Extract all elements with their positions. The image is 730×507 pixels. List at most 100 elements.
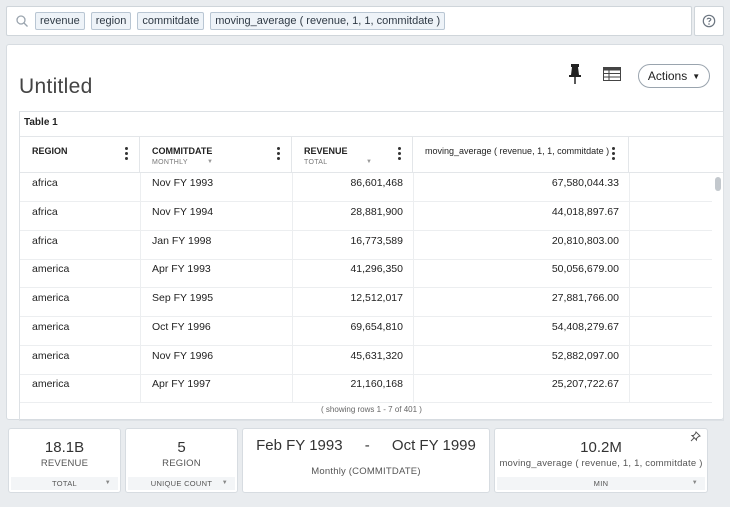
cell-region: america	[32, 378, 70, 390]
cell-moving-average: 50,056,679.00	[551, 263, 619, 275]
cell-commitdate: Jan FY 1998	[152, 235, 212, 247]
column-name: REGION	[32, 146, 68, 156]
cell-region: africa	[32, 206, 58, 218]
table-row[interactable]: america Apr FY 1997 21,160,168 25,207,72…	[20, 374, 712, 403]
column-header-region[interactable]: REGION	[20, 137, 140, 173]
kpi-label: REVENUE	[40, 458, 89, 469]
page-title[interactable]: Untitled	[19, 75, 93, 99]
scrollbar-thumb[interactable]	[715, 177, 721, 191]
date-range-separator: -	[364, 437, 370, 454]
search-token-commitdate[interactable]: commitdate	[137, 12, 205, 30]
cell-moving-average: 27,881,766.00	[551, 292, 619, 304]
cell-region: america	[32, 321, 70, 333]
pin-icon[interactable]	[690, 431, 701, 442]
column-name: REVENUE	[304, 146, 348, 156]
column-header-commitdate[interactable]: COMMITDATE MONTHLY ▼	[140, 137, 292, 173]
answer-card: Untitled Actions ▼ Table 1 REGION COMMIT…	[6, 44, 724, 421]
kpi-aggregation[interactable]: TOTAL ▼	[11, 477, 118, 490]
cell-region: africa	[32, 177, 58, 189]
table-scrollbar[interactable]	[713, 173, 723, 403]
search-token-region[interactable]: region	[90, 12, 132, 30]
cell-region: america	[32, 292, 70, 304]
date-range-start: Feb FY 1993	[256, 437, 343, 454]
column-aggregation[interactable]: MONTHLY	[152, 159, 291, 166]
cell-moving-average: 54,408,279.67	[551, 321, 619, 333]
column-menu-icon[interactable]	[277, 147, 281, 162]
search-bar[interactable]: revenue region commitdate moving_average…	[6, 6, 692, 36]
kpi-aggregation-label: MIN	[593, 479, 609, 488]
column-header-moving-average[interactable]: moving_average ( revenue, 1, 1, commitda…	[413, 137, 629, 173]
table-row[interactable]: africa Jan FY 1998 16,773,589 20,810,803…	[20, 231, 712, 260]
table-row[interactable]: africa Nov FY 1994 28,881,900 44,018,897…	[20, 202, 712, 231]
cell-moving-average: 52,882,097.00	[551, 350, 619, 362]
table-row[interactable]: america Apr FY 1993 41,296,350 50,056,67…	[20, 259, 712, 288]
kpi-card-region[interactable]: 5 REGION UNIQUE COUNT ▼	[125, 428, 238, 493]
table-view-icon[interactable]	[603, 67, 621, 81]
table-row[interactable]: america Sep FY 1995 12,512,017 27,881,76…	[20, 288, 712, 317]
kpi-aggregation-label: TOTAL	[52, 479, 77, 488]
cell-revenue: 21,160,168	[350, 378, 403, 390]
cell-commitdate: Nov FY 1996	[152, 350, 214, 362]
cell-commitdate: Nov FY 1993	[152, 177, 214, 189]
kpi-card-date-range[interactable]: Feb FY 1993 - Oct FY 1999 Monthly (COMMI…	[242, 428, 490, 493]
cell-region: america	[32, 263, 70, 275]
kpi-value: 5	[177, 439, 186, 456]
cell-moving-average: 67,580,044.33	[551, 177, 619, 189]
cell-revenue: 86,601,468	[350, 177, 403, 189]
cell-revenue: 41,296,350	[350, 263, 403, 275]
chevron-down-icon[interactable]: ▼	[366, 159, 372, 165]
kpi-card-moving-average[interactable]: 10.2M moving_average ( revenue, 1, 1, co…	[494, 428, 708, 493]
help-button[interactable]	[694, 6, 724, 36]
date-range: Feb FY 1993 - Oct FY 1999	[243, 437, 489, 454]
cell-region: africa	[32, 235, 58, 247]
cell-commitdate: Apr FY 1997	[152, 378, 211, 390]
cell-revenue: 28,881,900	[350, 206, 403, 218]
column-header-revenue[interactable]: REVENUE TOTAL ▼	[292, 137, 413, 173]
table-row[interactable]: america Oct FY 1996 69,654,810 54,408,27…	[20, 317, 712, 346]
actions-label: Actions	[647, 69, 688, 83]
actions-button[interactable]: Actions ▼	[638, 64, 710, 88]
table-header: REGION COMMITDATE MONTHLY ▼ REVENUE TOTA…	[20, 136, 723, 173]
chevron-down-icon[interactable]: ▼	[207, 159, 213, 165]
kpi-label: REGION	[162, 458, 201, 469]
cell-moving-average: 25,207,722.67	[551, 378, 619, 390]
search-token-moving-average[interactable]: moving_average ( revenue, 1, 1, commitda…	[210, 12, 446, 30]
kpi-label: moving_average ( revenue, 1, 1, commitda…	[499, 458, 703, 469]
cell-commitdate: Oct FY 1996	[152, 321, 211, 333]
rows-info: ( showing rows 1 - 7 of 401 )	[321, 405, 422, 414]
kpi-label: Monthly (COMMITDATE)	[311, 466, 421, 477]
column-menu-icon[interactable]	[125, 147, 129, 162]
kpi-aggregation[interactable]: MIN ▼	[497, 477, 705, 490]
data-table: Table 1 REGION COMMITDATE MONTHLY ▼ REVE…	[19, 111, 724, 421]
column-menu-icon[interactable]	[612, 147, 616, 162]
cell-moving-average: 44,018,897.67	[551, 206, 619, 218]
chevron-down-icon: ▼	[691, 480, 698, 486]
pin-icon[interactable]	[568, 63, 582, 85]
kpi-card-revenue[interactable]: 18.1B REVENUE TOTAL ▼	[8, 428, 121, 493]
kpi-value: 18.1B	[44, 439, 85, 456]
chevron-down-icon: ▼	[104, 480, 111, 486]
table-label: Table 1	[24, 117, 58, 128]
table-row[interactable]: africa Nov FY 1993 86,601,468 67,580,044…	[20, 173, 712, 202]
kpi-aggregation-label: UNIQUE COUNT	[150, 479, 213, 488]
cell-commitdate: Sep FY 1995	[152, 292, 214, 304]
cell-revenue: 69,654,810	[350, 321, 403, 333]
column-menu-icon[interactable]	[398, 147, 402, 162]
search-icon	[16, 15, 28, 27]
table-body: africa Nov FY 1993 86,601,468 67,580,044…	[20, 173, 712, 403]
cell-revenue: 12,512,017	[350, 292, 403, 304]
column-aggregation[interactable]: TOTAL	[304, 159, 412, 166]
cell-revenue: 16,773,589	[350, 235, 403, 247]
kpi-aggregation[interactable]: UNIQUE COUNT ▼	[128, 477, 235, 490]
search-token-revenue[interactable]: revenue	[35, 12, 85, 30]
cell-commitdate: Nov FY 1994	[152, 206, 214, 218]
column-name: moving_average ( revenue, 1, 1, commitda…	[425, 146, 610, 156]
table-row[interactable]: america Nov FY 1996 45,631,320 52,882,09…	[20, 346, 712, 375]
cell-moving-average: 20,810,803.00	[551, 235, 619, 247]
cell-commitdate: Apr FY 1993	[152, 263, 211, 275]
caret-down-icon: ▼	[692, 71, 701, 81]
chevron-down-icon: ▼	[221, 480, 228, 486]
cell-region: america	[32, 350, 70, 362]
help-icon	[702, 14, 716, 28]
cell-revenue: 45,631,320	[350, 350, 403, 362]
